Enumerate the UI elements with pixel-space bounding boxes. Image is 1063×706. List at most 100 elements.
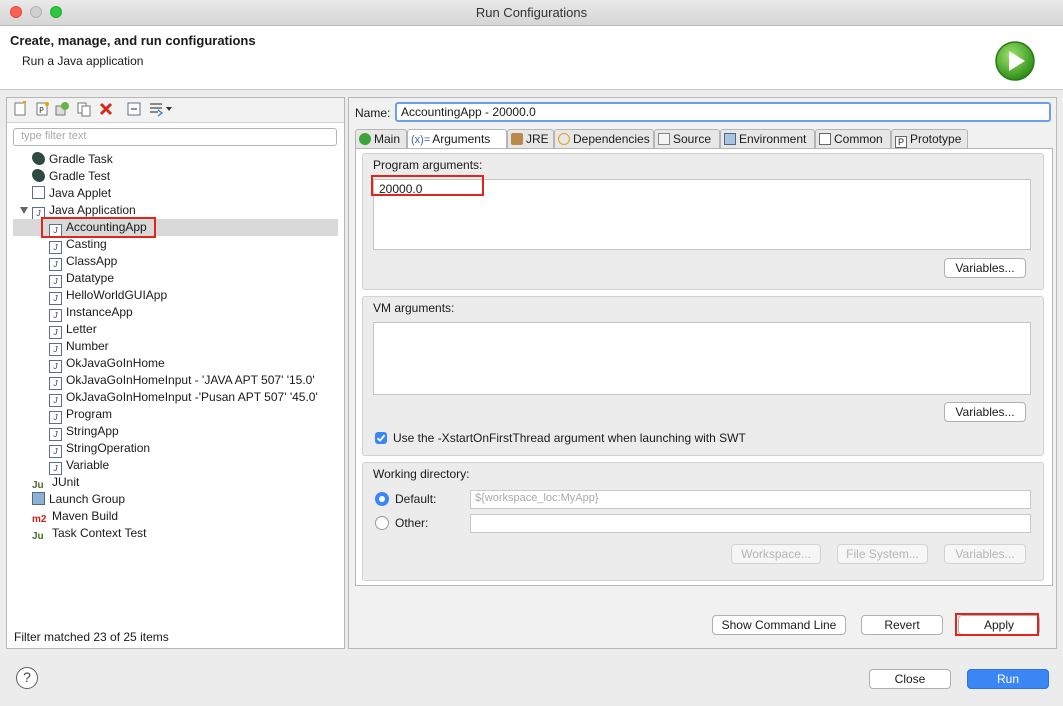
export-icon[interactable] xyxy=(54,101,70,117)
tree-item-java-app-config[interactable]: J Number xyxy=(49,338,109,356)
tree-item-label: StringApp xyxy=(66,424,119,438)
tab-common[interactable]: Common xyxy=(815,129,891,148)
vm-arguments-textarea[interactable] xyxy=(373,322,1031,395)
prototype-icon: P xyxy=(895,136,907,148)
filter-status: Filter matched 23 of 25 items xyxy=(14,630,169,644)
tree-item-label: Variable xyxy=(66,458,110,472)
menu-chevron-down-icon[interactable] xyxy=(165,101,173,117)
tree-item-label: StringOperation xyxy=(66,441,151,455)
tree-item-java-app-config[interactable]: J Variable xyxy=(49,457,110,475)
workspace-button[interactable]: Workspace... xyxy=(731,544,821,564)
tab-main[interactable]: Main xyxy=(355,129,407,148)
common-icon xyxy=(819,133,831,145)
swt-checkbox[interactable] xyxy=(375,432,387,444)
tree-item-java-app-config[interactable]: J OkJavaGoInHome xyxy=(49,355,165,373)
tree-item-label: Gradle Task xyxy=(49,152,113,166)
tab-source[interactable]: Source xyxy=(654,129,720,148)
vm-variables-button[interactable]: Variables... xyxy=(944,402,1026,422)
jre-icon xyxy=(511,133,523,145)
tree-item-label: Task Context Test xyxy=(52,526,147,540)
filter-icon[interactable] xyxy=(148,101,164,117)
tab-jre[interactable]: JRE xyxy=(507,129,554,148)
tab-environment[interactable]: Environment xyxy=(720,129,815,148)
tree-item-label: Maven Build xyxy=(52,509,119,523)
tree-item-label: InstanceApp xyxy=(66,305,133,319)
default-radio[interactable] xyxy=(375,492,389,506)
configuration-list-panel: P type filter text Gradle Task Gradle Tes… xyxy=(6,97,345,649)
tree-item-config-type[interactable]: Java Applet xyxy=(32,185,111,202)
tab-arguments[interactable]: (x)= Arguments xyxy=(407,129,507,149)
environment-icon xyxy=(724,133,736,145)
dialog-header: Create, manage, and run configurations R… xyxy=(0,26,1063,90)
duplicate-icon[interactable] xyxy=(76,101,92,117)
collapse-all-icon[interactable] xyxy=(126,101,142,117)
tree-item-config-type[interactable]: m2 Maven Build xyxy=(32,508,118,525)
revert-button[interactable]: Revert xyxy=(861,615,943,635)
tree-item-label: Casting xyxy=(66,237,107,251)
tree-item-java-app-config[interactable]: J Program xyxy=(49,406,112,424)
help-icon[interactable]: ? xyxy=(16,667,38,689)
tree-item-label: Java Applet xyxy=(49,186,112,200)
gradle-icon xyxy=(32,169,45,182)
tree-item-label: Gradle Test xyxy=(49,169,111,183)
header-title: Create, manage, and run configurations xyxy=(10,33,256,48)
tree-item-label: OkJavaGoInHome xyxy=(66,356,165,370)
tree-item-label: OkJavaGoInHomeInput - 'JAVA APT 507' '15… xyxy=(66,373,315,387)
close-button[interactable]: Close xyxy=(869,669,951,689)
delete-icon[interactable] xyxy=(98,101,114,117)
tab-dependencies[interactable]: Dependencies xyxy=(554,129,654,148)
header-subtitle: Run a Java application xyxy=(22,54,144,68)
other-radio-label: Other: xyxy=(395,516,429,530)
name-input[interactable]: AccountingApp - 20000.0 xyxy=(395,102,1051,122)
tree-item-config-type[interactable]: Ju JUnit xyxy=(32,474,79,491)
tree-item-label: Letter xyxy=(66,322,97,336)
tree-item-java-app-config[interactable]: J Letter xyxy=(49,321,97,339)
program-arguments-label: Program arguments: xyxy=(373,158,483,172)
working-variables-button[interactable]: Variables... xyxy=(944,544,1026,564)
run-button[interactable]: Run xyxy=(967,669,1049,689)
show-command-line-button[interactable]: Show Command Line xyxy=(712,615,846,635)
other-directory-field[interactable] xyxy=(470,514,1031,533)
program-variables-button[interactable]: Variables... xyxy=(944,258,1026,278)
vm-arguments-group: VM arguments: Variables... Use the -Xsta… xyxy=(362,296,1044,456)
working-directory-group: Working directory: Default: ${workspace_… xyxy=(362,462,1044,581)
new-prototype-icon[interactable]: P xyxy=(34,101,50,117)
config-toolbar: P xyxy=(7,98,344,123)
gradle-icon xyxy=(32,152,45,165)
tree-item-java-app-config[interactable]: J Casting xyxy=(49,236,107,254)
tree-item-java-app-config[interactable]: J StringOperation xyxy=(49,440,151,458)
filter-input[interactable]: type filter text xyxy=(13,128,337,146)
program-arguments-highlight xyxy=(371,175,484,196)
expand-triangle-icon[interactable] xyxy=(20,207,28,214)
checkmark-icon xyxy=(376,434,386,442)
svg-text:P: P xyxy=(39,106,44,115)
tree-item-java-app-config[interactable]: J OkJavaGoInHomeInput - 'JAVA APT 507' '1… xyxy=(49,372,315,390)
window-title: Run Configurations xyxy=(475,5,588,20)
tree-item-config-type[interactable]: Gradle Task xyxy=(32,151,113,168)
other-radio[interactable] xyxy=(375,516,389,530)
working-directory-label: Working directory: xyxy=(373,467,470,481)
new-configuration-icon[interactable] xyxy=(12,101,28,117)
name-label: Name: xyxy=(355,106,391,120)
tree-item-java-app-config[interactable]: J StringApp xyxy=(49,423,119,441)
main-tab-icon xyxy=(359,133,371,145)
tree-item-label: OkJavaGoInHomeInput -'Pusan APT 507' '45… xyxy=(66,390,318,404)
tree-item-java-app-config[interactable]: J HelloWorldGUIApp xyxy=(49,287,167,305)
configuration-editor: Name: AccountingApp - 20000.0 Main (x)= A… xyxy=(348,97,1057,649)
tree-item-java-app-config[interactable]: J InstanceApp xyxy=(49,304,133,322)
default-directory-field: ${workspace_loc:MyApp} xyxy=(470,490,1031,509)
swt-checkbox-label: Use the -XstartOnFirstThread argument wh… xyxy=(393,431,746,445)
default-radio-label: Default: xyxy=(395,492,437,506)
tree-item-java-app-config[interactable]: J ClassApp xyxy=(49,253,117,271)
tree-item-config-type[interactable]: Gradle Test xyxy=(32,168,110,185)
junit-icon: Ju xyxy=(32,531,44,542)
tree-item-java-app-config[interactable]: J OkJavaGoInHomeInput -'Pusan APT 507' '4… xyxy=(49,389,318,407)
dependencies-icon xyxy=(558,133,570,145)
tree-item-config-type[interactable]: Ju Task Context Test xyxy=(32,525,147,542)
maven-icon: m2 xyxy=(32,514,47,525)
tab-prototype[interactable]: P Prototype xyxy=(891,129,968,148)
file-system-button[interactable]: File System... xyxy=(837,544,928,564)
tree-item-config-type[interactable]: Launch Group xyxy=(32,491,125,508)
tree-item-java-app-config[interactable]: J Datatype xyxy=(49,270,114,288)
title-bar: Run Configurations xyxy=(0,0,1063,26)
